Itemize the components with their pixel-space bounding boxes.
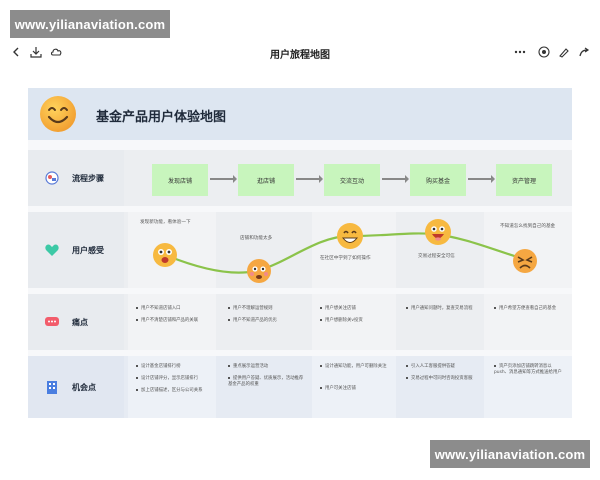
pain-point-item: 用户不知道产品的优劣 (228, 318, 308, 324)
feeling-text: 发现新功能，看体验一下 (140, 220, 191, 225)
step-arrow (468, 175, 495, 183)
smile-emoji-icon (38, 94, 78, 138)
shocked-face-icon (153, 243, 177, 267)
feeling-text: 店铺和功能太多 (240, 236, 273, 241)
page-title: 用户旅程地图 (270, 50, 330, 61)
opportunity-item: 设计店铺评分，显示店铺排行 (136, 376, 216, 382)
row-pain-points: 痛点 用户不知道店铺入口 用户不清楚店铺和产品的关联 用户不理解运营规则 用户不… (28, 294, 572, 350)
step-box: 资产管理 (496, 164, 552, 196)
row-label-text: 机会点 (72, 383, 96, 392)
more-icon[interactable] (512, 44, 528, 60)
flow-icon (45, 171, 59, 185)
pain-point-item: 用户通知问题时，复查交易流程 (406, 306, 476, 312)
watermark-top: www.yilianaviation.com (10, 10, 170, 38)
opportunity-item: 用户可关注店铺 (320, 386, 400, 392)
board-header: 基金产品用户体验地图 (28, 88, 572, 140)
board-title: 基金产品用户体验地图 (96, 110, 227, 125)
step-arrow (296, 175, 323, 183)
pain-point-item: 用户想关注店铺 (320, 306, 400, 312)
step-arrow (382, 175, 409, 183)
journey-map-board: 基金产品用户体验地图 流程步骤 发现店铺 逛店铺 交流互动 购买基金 资产管理 … (28, 88, 572, 418)
step-box: 逛店铺 (238, 164, 294, 196)
row-steps: 流程步骤 发现店铺 逛店铺 交流互动 购买基金 资产管理 (28, 150, 572, 206)
opportunity-item: 资产页添加店铺跳转消息以push、消息通知等方式推送给用户 (494, 364, 562, 375)
pain-point-item: 用户不知道店铺入口 (136, 306, 216, 312)
opportunity-item: 交易过程中可同时咨询投资客服 (406, 376, 476, 382)
step-box: 交流互动 (324, 164, 380, 196)
happy-face-icon (425, 219, 451, 245)
row-label-text: 流程步骤 (72, 174, 104, 183)
brush-icon[interactable] (556, 44, 572, 60)
feeling-text: 在社区中学到了如何操作 (320, 256, 371, 261)
pain-point-item: 用户不清楚店铺和产品的关联 (136, 318, 216, 324)
step-box: 发现店铺 (152, 164, 208, 196)
anxious-face-icon (247, 259, 271, 283)
opportunity-item: 提供用户答疑、优质展示，活动推荐基金产品的权重 (228, 376, 304, 387)
frustrated-face-icon (513, 249, 537, 273)
opportunity-item: 加上店铺描述，区分与公司关系 (136, 388, 216, 394)
pain-point-item: 用户想删除关v投资 (320, 318, 400, 324)
record-icon[interactable] (536, 44, 552, 60)
opportunity-item: 设计通知功能，用户可删除关注 (320, 364, 390, 370)
row-opportunities: 机会点 设计基金店铺排行榜 设计店铺评分，显示店铺排行 加上店铺描述，区分与公司… (28, 356, 572, 418)
opportunity-item: 重点展示运营活动 (228, 364, 308, 370)
row-label-steps: 流程步骤 (28, 150, 124, 206)
opportunity-item: 设计基金店铺排行榜 (136, 364, 216, 370)
chat-bubble-icon (45, 317, 59, 326)
row-label-pain-points: 痛点 (28, 294, 124, 350)
emotion-curve (167, 232, 529, 274)
feeling-text: 交易过程安全可信 (418, 254, 455, 259)
row-label-text: 痛点 (72, 318, 88, 327)
building-icon (47, 381, 57, 394)
pain-point-item: 用户不理解运营规则 (228, 306, 308, 312)
share-icon[interactable] (576, 44, 592, 60)
top-toolbar: 用户旅程地图 (0, 38, 600, 68)
row-label-opportunities: 机会点 (28, 356, 124, 418)
pain-point-item: 用户希望方便查看自己的基金 (494, 306, 564, 312)
step-arrow (210, 175, 237, 183)
step-box: 购买基金 (410, 164, 466, 196)
grin-face-icon (337, 223, 363, 249)
feeling-text: 不知道怎么找到自己的基金 (500, 224, 556, 229)
watermark-bottom: www.yilianaviation.com (430, 440, 590, 468)
row-feelings: 用户感受 发现新功能，看体验一下 店铺和功能太多 在社区中学到了如何操作 交易过… (28, 212, 572, 288)
column-bg (484, 294, 572, 350)
opportunity-item: 引入人工客服提供答疑 (406, 364, 476, 370)
